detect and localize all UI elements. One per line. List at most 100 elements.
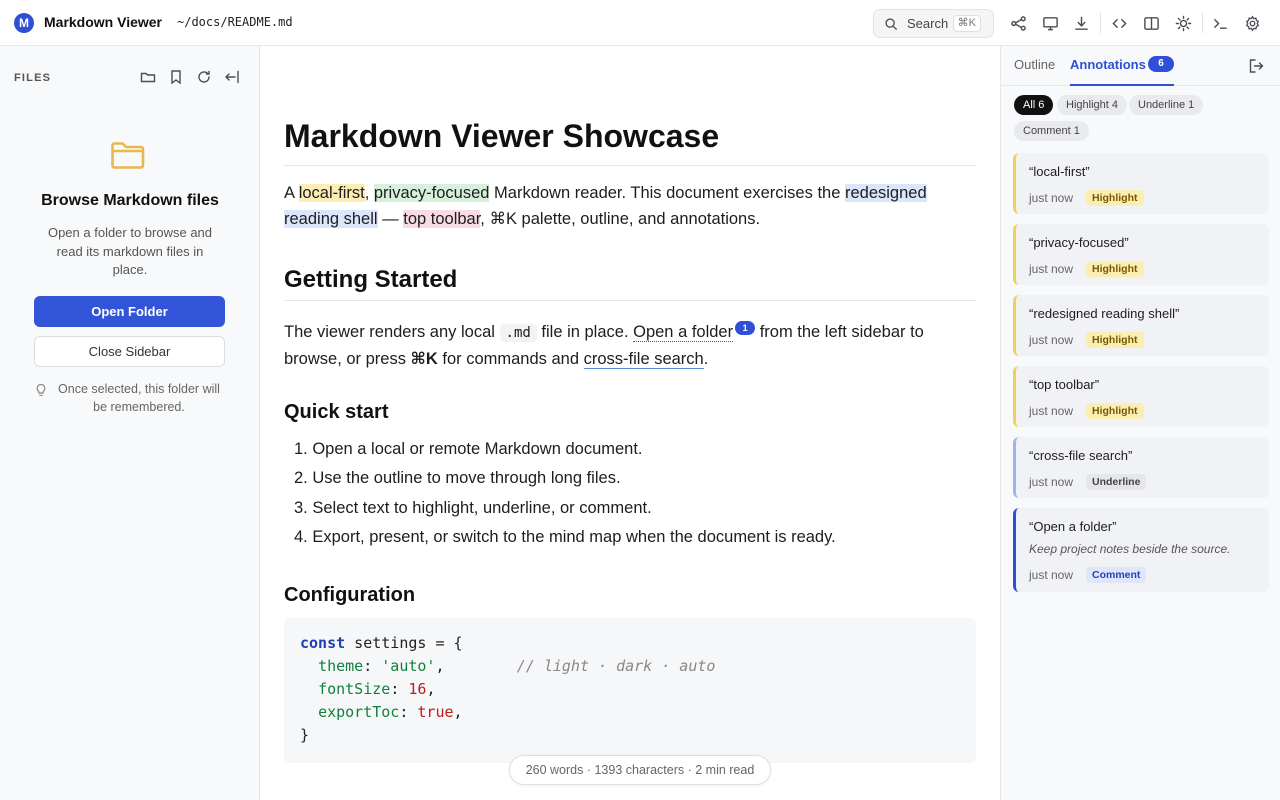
bookmark-icon[interactable] [167, 68, 185, 86]
toolbar-divider [1100, 13, 1101, 33]
code-boolean: true [417, 703, 454, 721]
annotation-quote: “privacy-focused” [1029, 235, 1129, 250]
search-shortcut: ⌘K [952, 15, 981, 32]
annotation-type-badge: Highlight [1086, 261, 1144, 277]
cross-file-search-link[interactable]: cross-file search [583, 350, 704, 369]
code-line: fontSize: 16, [318, 680, 436, 698]
code-line: theme: 'auto', // light · dark · auto [318, 657, 716, 675]
tab-outline[interactable]: Outline [1014, 57, 1055, 72]
annotation-comment: Keep project notes beside the source. [1029, 542, 1231, 556]
getting-started-paragraph: The viewer renders any local .md file in… [284, 319, 976, 372]
annotation-type-badge: Highlight [1086, 403, 1144, 419]
text: Markdown reader. This document exercises… [489, 184, 845, 202]
intro-paragraph: A local-first, privacy-focused Markdown … [284, 180, 976, 232]
list-item: 2. Use the outline to move through long … [294, 469, 621, 487]
document-path: ~/docs/README.md [177, 15, 293, 29]
folder-icon [111, 142, 145, 169]
code-comment: // light · dark · auto [516, 657, 716, 675]
annotation-count-badge: 6 [1148, 56, 1174, 72]
list-item: 3. Select text to highlight, underline, … [294, 499, 652, 517]
code-line: exportToc: true, [318, 703, 463, 721]
highlight-local-first[interactable]: local-first [298, 184, 365, 202]
search-icon [885, 17, 897, 30]
text: — [377, 210, 404, 228]
text: A [284, 184, 299, 202]
code-number: 16 [408, 680, 427, 698]
heading-getting-started: Getting Started [284, 266, 976, 301]
text: file in place. [536, 323, 634, 341]
open-folder-button[interactable]: Open Folder [34, 296, 225, 327]
code-property: exportToc [318, 703, 400, 721]
annotation-time: just now [1029, 404, 1074, 418]
annotations-panel: Outline Annotations 6 All 6 Highlight 4 … [1000, 46, 1280, 800]
app-name: Markdown Viewer [44, 14, 163, 30]
empty-state-description: Open a folder to browse and read its mar… [47, 225, 213, 277]
annotation-time: just now [1029, 191, 1074, 205]
code-keyword: const [300, 634, 346, 652]
annotation-quote: “redesigned reading shell” [1029, 306, 1180, 321]
open-folder-icon[interactable] [139, 68, 157, 86]
code-line: } [300, 724, 960, 747]
annotation-quote: “local-first” [1029, 164, 1090, 179]
annotation-type-badge: Comment [1086, 567, 1147, 583]
text: The viewer renders any local [284, 323, 500, 341]
heading-quick-start: Quick start [284, 401, 389, 423]
open-a-folder-link[interactable]: Open a folder [633, 323, 734, 342]
annotation-card[interactable]: “Open a folder” Keep project notes besid… [1013, 508, 1269, 592]
document-stats: 260 words · 1393 characters · 2 min read [509, 755, 771, 785]
annotation-type-badge: Highlight [1086, 332, 1144, 348]
search-label: Search [907, 16, 949, 31]
text: for commands and [437, 350, 584, 368]
search-button[interactable]: Search ⌘K [873, 9, 994, 38]
annotation-time: just now [1029, 568, 1074, 582]
close-sidebar-button[interactable]: Close Sidebar [34, 336, 225, 367]
annotation-card[interactable]: “redesigned reading shell” just now High… [1013, 295, 1269, 356]
list-item: 4. Export, present, or switch to the min… [294, 528, 836, 546]
files-section-label: FILES [14, 72, 52, 84]
annotation-time: just now [1029, 475, 1074, 489]
active-tab-indicator [1070, 84, 1174, 86]
tab-annotations[interactable]: Annotations [1070, 57, 1146, 72]
inline-code: .md [499, 324, 537, 342]
toolbar-divider [1202, 13, 1203, 33]
annotation-card[interactable]: “privacy-focused” just now Highlight [1013, 224, 1269, 285]
annotation-card[interactable]: “top toolbar” just now Highlight [1013, 366, 1269, 427]
code-string: 'auto' [381, 657, 436, 675]
annotation-quote: “Open a folder” [1029, 519, 1117, 534]
list-item: 1. Open a local or remote Markdown docum… [294, 440, 643, 458]
highlight-privacy-focused[interactable]: privacy-focused [373, 184, 490, 202]
remember-folder-hint: Once selected, this folder will be remem… [58, 382, 220, 414]
filter-chip-all[interactable]: All 6 [1014, 95, 1054, 115]
theme-icon[interactable] [1174, 14, 1192, 32]
mind-map-icon[interactable] [1009, 14, 1027, 32]
code-text: settings = { [345, 634, 463, 652]
code-property: fontSize [318, 680, 391, 698]
terminal-icon[interactable] [1211, 14, 1229, 32]
comment-badge[interactable]: 1 [735, 321, 756, 335]
filter-chip-underline[interactable]: Underline 1 [1129, 95, 1204, 115]
highlight-top-toolbar[interactable]: top toolbar [403, 210, 481, 228]
files-sidebar: FILES Browse Markdown files Open a folde… [0, 46, 260, 800]
annotation-time: just now [1029, 333, 1074, 347]
filter-chip-highlight[interactable]: Highlight 4 [1057, 95, 1127, 115]
annotation-type-badge: Highlight [1086, 190, 1144, 206]
shortcut-text: ⌘K [410, 350, 438, 368]
annotation-card[interactable]: “local-first” just now Highlight [1013, 153, 1269, 214]
settings-icon[interactable] [1243, 14, 1261, 32]
code-icon[interactable] [1110, 14, 1128, 32]
download-icon[interactable] [1072, 14, 1090, 32]
collapse-sidebar-icon[interactable] [223, 68, 241, 86]
document-view: Markdown Viewer Showcase A local-first, … [260, 46, 1000, 800]
annotation-quote: “top toolbar” [1029, 377, 1100, 392]
present-icon[interactable] [1041, 14, 1059, 32]
lightbulb-icon [36, 383, 46, 396]
annotation-card[interactable]: “cross-file search” just now Underline [1013, 437, 1269, 498]
refresh-icon[interactable] [195, 68, 213, 86]
text: , [364, 184, 374, 202]
code-property: theme [318, 657, 364, 675]
close-panel-icon[interactable] [1247, 57, 1265, 75]
split-view-icon[interactable] [1142, 14, 1160, 32]
app-logo: M [14, 13, 34, 33]
code-block: const settings = { theme: 'auto', // lig… [284, 618, 976, 763]
filter-chip-comment[interactable]: Comment 1 [1014, 121, 1089, 141]
